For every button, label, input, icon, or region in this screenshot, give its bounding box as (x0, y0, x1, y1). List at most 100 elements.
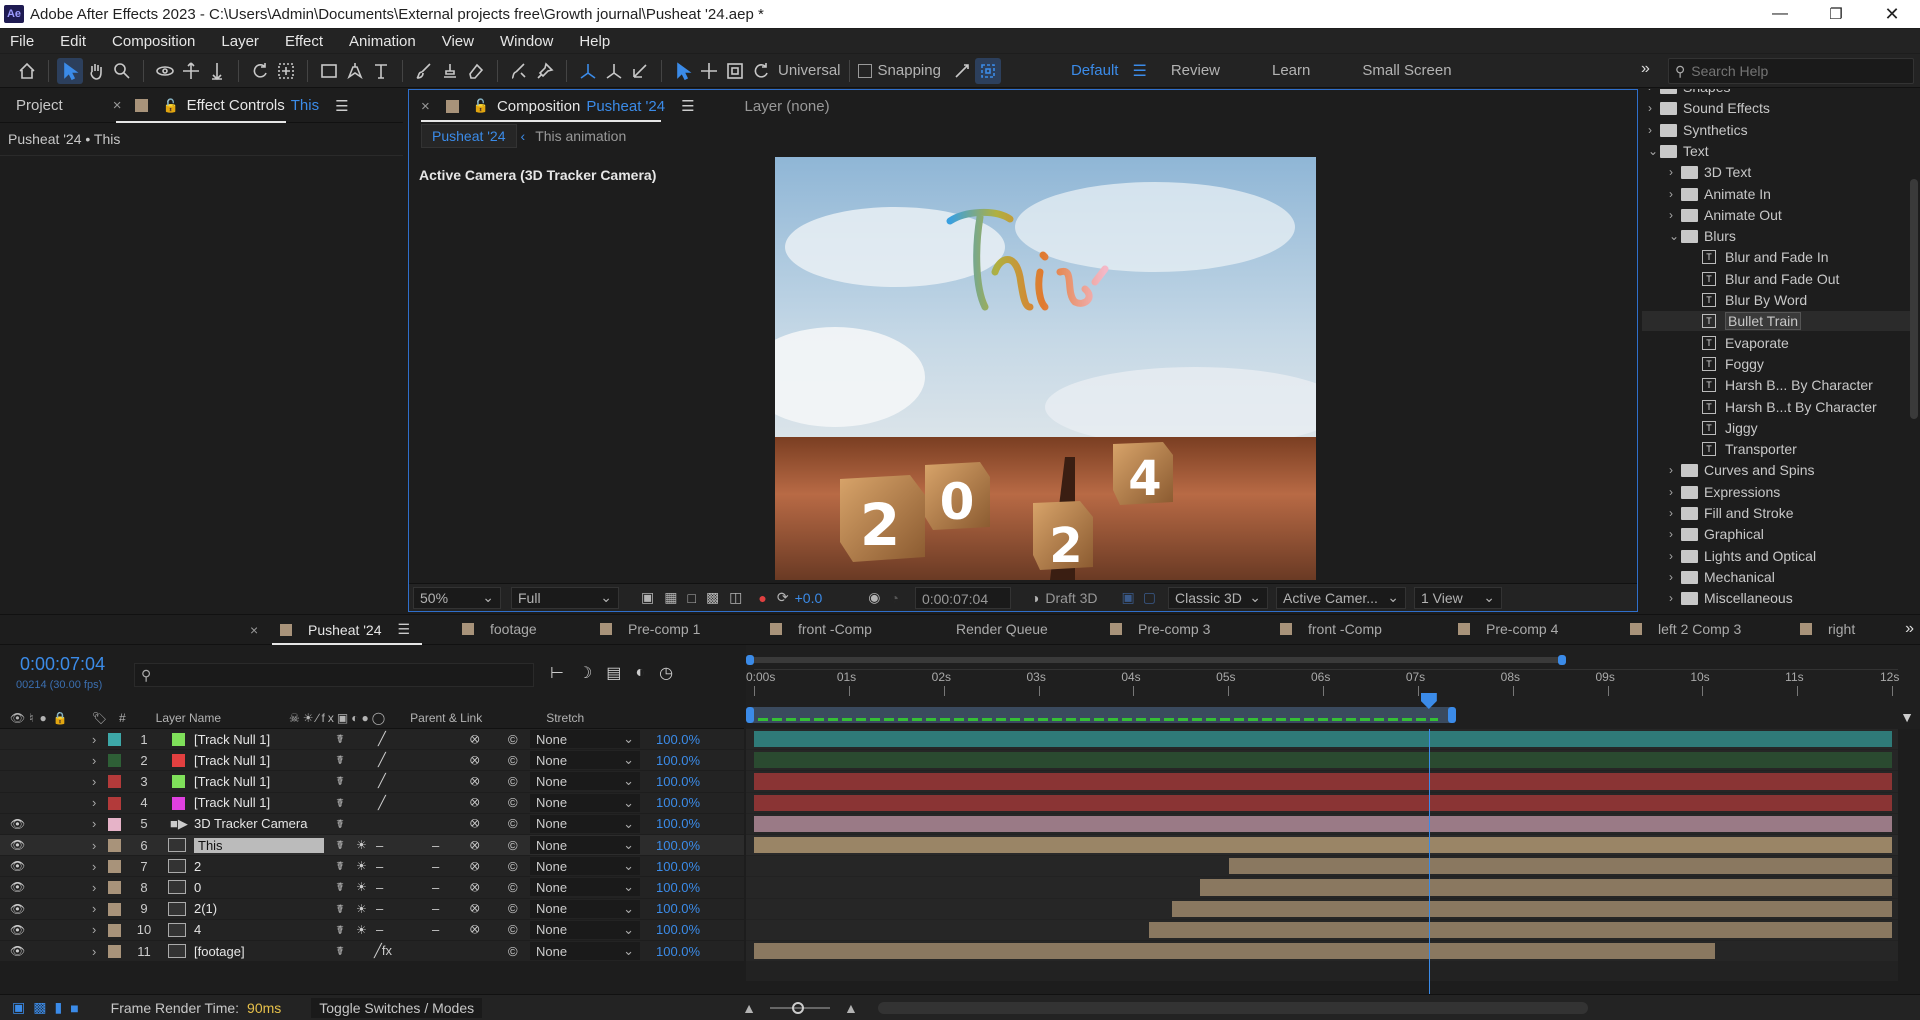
pick-whip-icon[interactable]: © (508, 816, 518, 831)
snapshot-icon[interactable]: ◉ (868, 589, 880, 606)
pick-whip-icon[interactable]: © (508, 774, 518, 789)
effects-folder[interactable]: › Fill and Stroke (1642, 503, 1910, 523)
chevron-right-icon[interactable]: › (1669, 570, 1673, 584)
timeline-timecode[interactable]: 0:00:07:04 (20, 654, 105, 675)
menu-edit[interactable]: Edit (60, 33, 86, 50)
close-tab-icon[interactable]: × (250, 622, 258, 638)
layer-duration-bar[interactable] (1171, 900, 1892, 917)
chevron-right-icon[interactable]: › (1648, 123, 1652, 137)
range-start-handle[interactable] (746, 707, 754, 723)
layer-duration-bar[interactable] (754, 773, 1892, 790)
layer-duration-bar[interactable] (754, 943, 1715, 960)
lock-icon[interactable]: 🔓 (162, 98, 178, 114)
effects-preset[interactable]: T Bullet Train (1642, 311, 1910, 332)
comp-breadcrumb-pusheat[interactable]: Pusheat '24 (421, 124, 517, 148)
timeline-tab[interactable]: Render Queue (956, 621, 1048, 637)
eye-icon[interactable]: 👁 (10, 923, 25, 937)
tab-project[interactable]: Project (16, 97, 63, 114)
rotation-tool-icon[interactable] (247, 58, 273, 84)
chevron-right-icon[interactable]: › (92, 901, 96, 916)
show-snapshot-icon[interactable]: ◔ (890, 590, 898, 606)
shy-switch-icon[interactable]: ☤ (336, 732, 344, 746)
zoom-in-icon[interactable]: ▲ (844, 1000, 858, 1016)
parent-select[interactable]: None ⌄ (530, 730, 640, 748)
quality-switch-icon[interactable]: – (376, 859, 383, 874)
video-toggle-icon[interactable]: 👁 (10, 711, 25, 725)
color-channels-icon[interactable]: ● (758, 590, 766, 606)
layer-label-color[interactable] (108, 860, 121, 874)
comp-lock-icon[interactable]: 🔓 (473, 98, 489, 114)
pen-tool-icon[interactable] (342, 58, 368, 84)
workspace-small-screen[interactable]: Small Screen (1362, 62, 1451, 79)
exposure-value[interactable]: +0.0 (795, 590, 823, 606)
shy-switch-icon[interactable]: ☤ (336, 880, 344, 894)
layer-name[interactable]: [Track Null 1] (194, 753, 270, 768)
eye-icon[interactable]: 👁 (10, 944, 25, 958)
comp-flowchart-icon[interactable]: ⊢ (550, 663, 564, 683)
effects-folder[interactable]: › Curves and Spins (1642, 460, 1910, 480)
timeline-panel-menu-icon[interactable]: ☰ (398, 621, 411, 638)
pick-whip-icon[interactable]: © (508, 859, 518, 874)
layer-duration-bar[interactable] (754, 815, 1892, 832)
3d-ground-plane-icon[interactable]: ▢ (1143, 589, 1156, 606)
tab-composition[interactable]: Composition (497, 98, 580, 115)
menu-window[interactable]: Window (500, 33, 553, 50)
work-area-end-handle[interactable] (1558, 655, 1566, 665)
3d-layer-switch-icon[interactable]: ⭙ (470, 816, 480, 831)
eye-icon[interactable]: 👁 (10, 838, 25, 852)
timeline-tracks[interactable] (746, 729, 1898, 981)
parent-select[interactable]: None ⌄ (530, 772, 640, 791)
chevron-right-icon[interactable]: › (92, 922, 96, 937)
effects-folder[interactable]: › Animate In (1642, 184, 1910, 204)
chevron-right-icon[interactable]: › (1669, 549, 1673, 563)
effects-scrollbar[interactable] (1910, 179, 1918, 419)
layer-row[interactable]: 👁 › 9 2(1) ☤ ☀ – – ⭙ © None ⌄ 100.0% (0, 898, 744, 919)
pick-whip-icon[interactable]: © (508, 922, 518, 937)
layer-duration-bar[interactable] (754, 794, 1892, 811)
view-axis-icon[interactable] (627, 58, 653, 84)
effects-preset[interactable]: T Jiggy (1642, 418, 1910, 438)
motion-blur-switch-icon[interactable]: – (432, 901, 439, 916)
region-of-interest-icon[interactable]: ▩ (706, 589, 719, 606)
parent-select[interactable]: None ⌄ (530, 878, 640, 897)
timeline-tab[interactable]: left 2 Comp 3 (1630, 621, 1741, 637)
stretch-value[interactable]: 100.0% (656, 944, 700, 959)
draft-3d-label[interactable]: Draft 3D (1045, 590, 1097, 606)
collapse-switch-icon[interactable]: ☀ (356, 880, 367, 894)
render-time-pane-icon[interactable]: ■ (70, 1000, 78, 1016)
3d-layer-switch-icon[interactable]: ⭙ (470, 774, 480, 789)
effects-folder[interactable]: › Animate Out (1642, 205, 1910, 225)
puppet-pin-icon[interactable] (532, 58, 558, 84)
menu-layer[interactable]: Layer (221, 33, 259, 50)
workspace-learn[interactable]: Learn (1272, 62, 1310, 79)
3d-layer-switch-icon[interactable]: ⭙ (470, 838, 480, 853)
world-axis-icon[interactable] (601, 58, 627, 84)
layer-label-color[interactable] (108, 902, 121, 916)
quality-switch-icon[interactable]: – (376, 838, 383, 853)
layer-name[interactable]: [Track Null 1] (194, 732, 270, 747)
stretch-value[interactable]: 100.0% (656, 922, 700, 937)
3d-layer-switch-icon[interactable]: ⭙ (470, 922, 480, 937)
timeline-tab[interactable]: front -Comp (1280, 621, 1382, 637)
layer-duration-bar[interactable] (754, 837, 1892, 854)
effect-switch-icon[interactable]: ╱fx (374, 943, 392, 959)
hand-tool-icon[interactable] (83, 58, 109, 84)
layer-duration-bar[interactable] (754, 752, 1892, 769)
menu-effect[interactable]: Effect (285, 33, 323, 50)
lock-toggle-icon[interactable]: 🔒 (53, 711, 68, 725)
timeline-tab[interactable]: right (1800, 621, 1855, 637)
solo-toggle-icon[interactable]: ● (40, 711, 47, 725)
move-gizmo-icon[interactable] (696, 58, 722, 84)
layer-row[interactable]: 👁 › 7 2 ☤ ☀ – – ⭙ © None ⌄ 100.0% (0, 856, 744, 877)
stretch-value[interactable]: 100.0% (656, 753, 700, 768)
search-help[interactable]: ⚲ (1668, 58, 1914, 84)
chevron-right-icon[interactable]: › (1669, 506, 1673, 520)
effects-preset[interactable]: T Foggy (1642, 354, 1910, 374)
reset-exposure-icon[interactable]: ⟳ (777, 589, 789, 606)
minimize-icon[interactable]: — (1752, 5, 1808, 23)
3d-layer-switch-icon[interactable]: ⭙ (470, 880, 480, 895)
selection-tool-icon[interactable] (57, 57, 83, 84)
parent-select[interactable]: None ⌄ (530, 793, 640, 812)
layer-row[interactable]: › 1 [Track Null 1] ☤ ╱ ⭙ © None ⌄ 100.0% (0, 729, 744, 750)
3d-layer-switch-icon[interactable]: ⭙ (470, 901, 480, 916)
